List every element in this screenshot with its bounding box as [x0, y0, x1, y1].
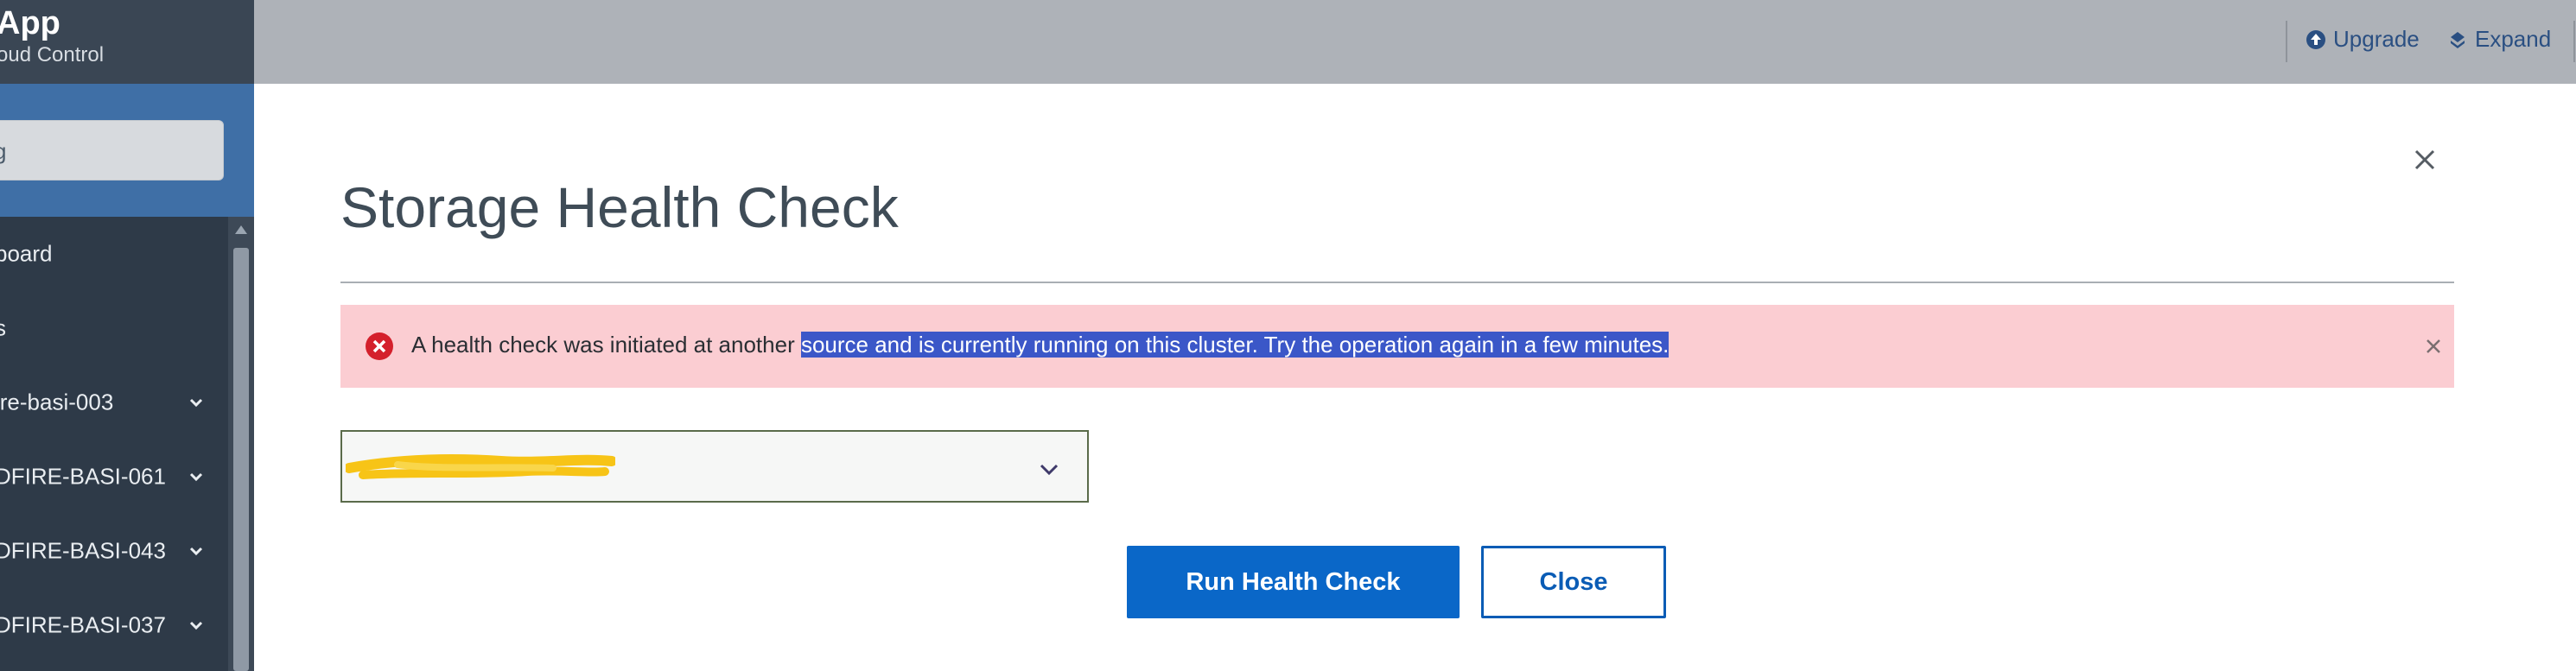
brand-subtitle: oud Control [0, 43, 105, 66]
alert-message: A health check was initiated at another … [411, 332, 1670, 358]
scroll-up-arrow-icon[interactable] [235, 225, 247, 234]
chevron-down-icon[interactable] [188, 543, 204, 559]
redaction-scribble [346, 454, 615, 479]
sidebar-search-input[interactable]: g [0, 120, 224, 180]
expand-label: Expand [2475, 26, 2552, 52]
error-alert: A health check was initiated at another … [340, 305, 2454, 388]
upgrade-link[interactable]: Upgrade [2306, 26, 2420, 53]
header-divider [2286, 21, 2287, 62]
alert-dismiss-button[interactable] [2423, 336, 2444, 357]
sidebar-item-label: ire-basi-003 [0, 389, 114, 415]
sidebar-item-label: DFIRE-BASI-037 [0, 611, 166, 638]
modal-title: Storage Health Check [340, 175, 899, 239]
chevron-down-icon [1040, 464, 1059, 476]
chevron-down-icon[interactable] [188, 395, 204, 410]
search-input-value: g [0, 138, 7, 164]
sidebar-item-label: board [0, 240, 53, 267]
sidebar: App oud Control g board s ire-basi-003 D… [0, 0, 254, 671]
chevron-down-icon[interactable] [188, 617, 204, 633]
brand-title: App [0, 5, 60, 41]
close-icon [2414, 149, 2435, 170]
scrollbar-thumb[interactable] [233, 248, 249, 671]
sidebar-item-cluster-043[interactable]: DFIRE-BASI-043 [0, 514, 226, 588]
sidebar-item-cluster-003[interactable]: ire-basi-003 [0, 365, 226, 440]
sidebar-item-second[interactable]: s [0, 291, 226, 365]
sidebar-item-dashboard[interactable]: board [0, 217, 226, 291]
health-check-modal: Storage Health Check A health check was … [254, 84, 2576, 671]
sidebar-item-label: DFIRE-BASI-061 [0, 463, 166, 490]
arrow-up-circle-icon [2306, 29, 2325, 49]
close-icon [2427, 339, 2440, 353]
sidebar-nav: board s ire-basi-003 DFIRE-BASI-061 DFIR… [0, 217, 226, 662]
sidebar-search-band: g [0, 84, 254, 217]
sidebar-scrollbar[interactable] [228, 217, 254, 671]
alert-text-plain: A health check was initiated at another [411, 332, 801, 358]
cluster-select[interactable] [340, 430, 1089, 503]
error-circle-icon [366, 332, 393, 360]
modal-close-button[interactable] [2409, 144, 2440, 175]
brand-header: App oud Control [0, 0, 254, 84]
run-health-check-button[interactable]: Run Health Check [1127, 546, 1460, 618]
close-button[interactable]: Close [1481, 546, 1666, 618]
expand-link[interactable]: Expand [2447, 26, 2551, 53]
title-divider [340, 282, 2454, 283]
sidebar-item-cluster-037[interactable]: DFIRE-BASI-037 [0, 588, 226, 662]
upgrade-label: Upgrade [2333, 26, 2420, 52]
chevron-down-icon[interactable] [188, 469, 204, 484]
sidebar-item-label: DFIRE-BASI-043 [0, 537, 166, 564]
expand-icon [2451, 31, 2465, 48]
sidebar-item-cluster-061[interactable]: DFIRE-BASI-061 [0, 440, 226, 514]
top-header: Upgrade Expand [254, 0, 2576, 84]
app-window: App oud Control g board s ire-basi-003 D… [0, 0, 2576, 671]
header-divider [2573, 21, 2575, 62]
alert-text-selected: source and is currently running on this … [800, 332, 1670, 358]
sidebar-item-label: s [0, 314, 6, 341]
